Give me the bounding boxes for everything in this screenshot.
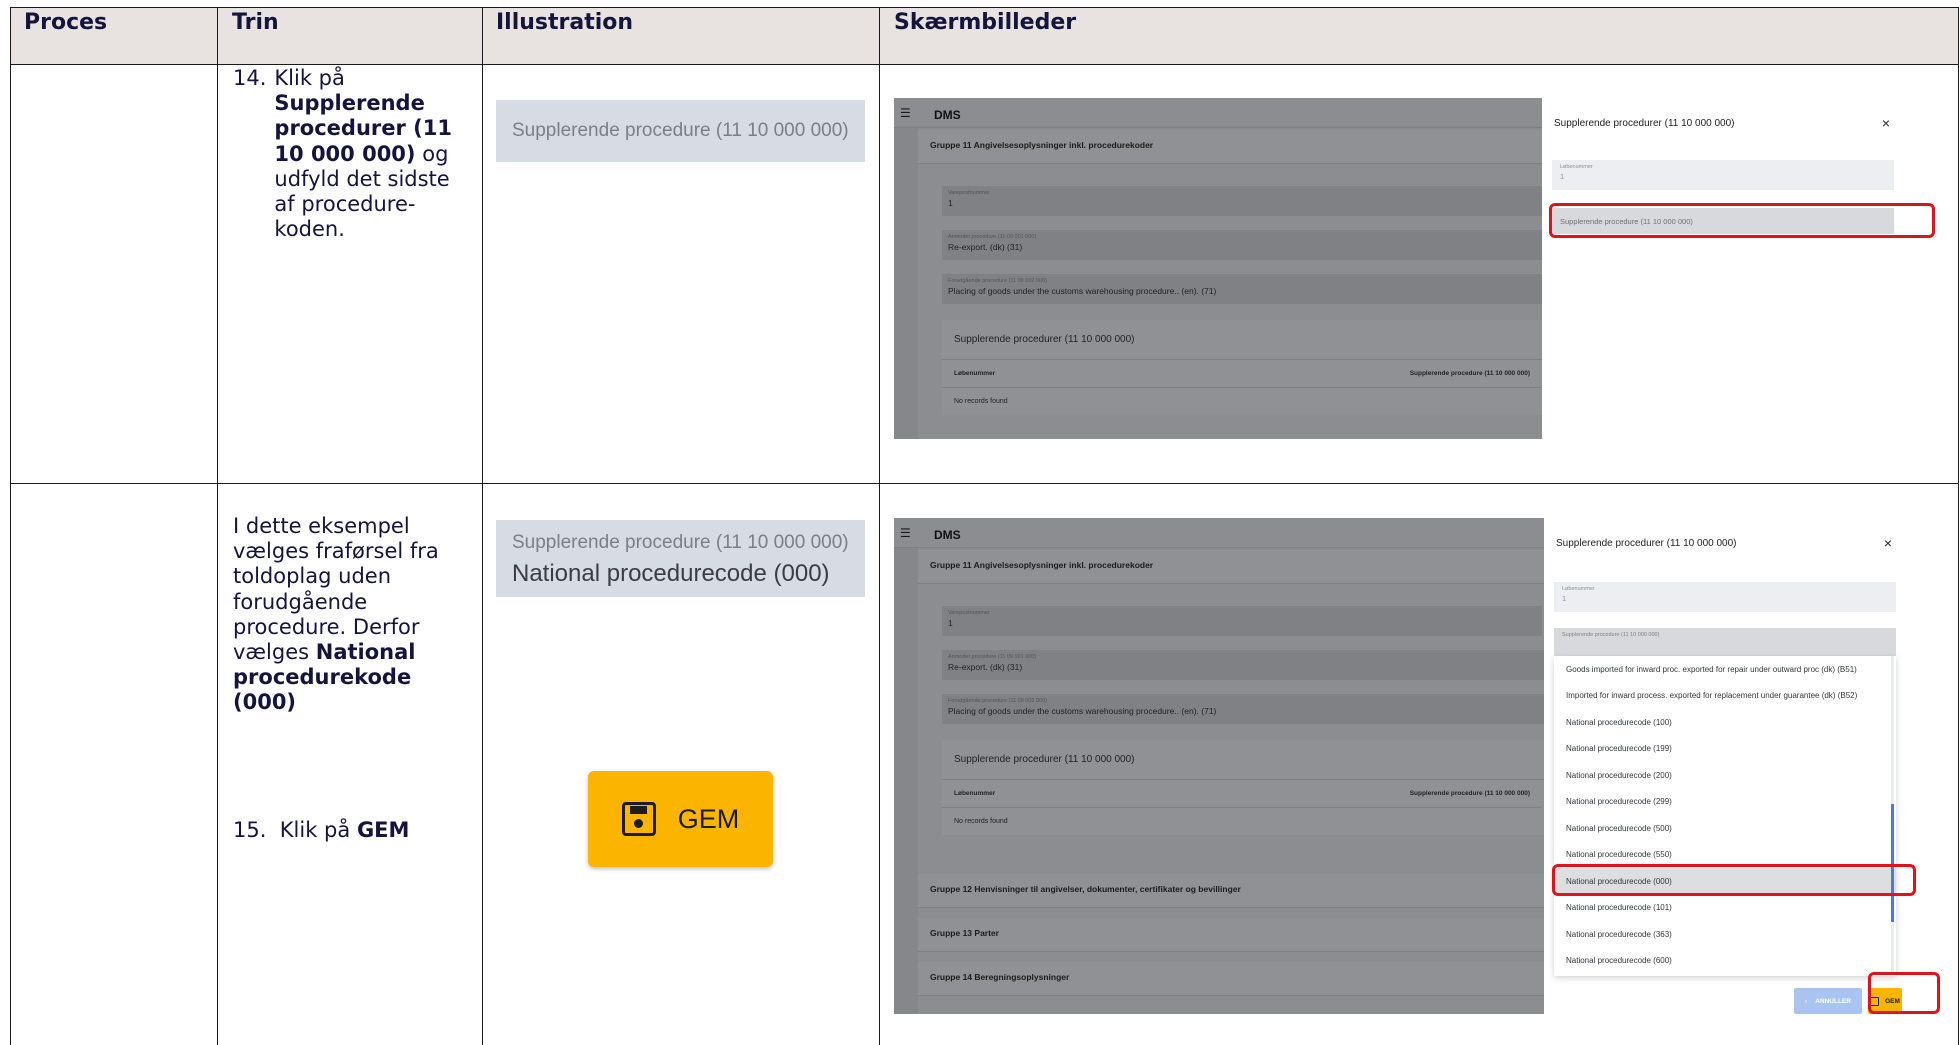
side-panel: Supplerende procedurer (11 10 000 000) ×… xyxy=(1544,518,1906,1014)
header-skaermbilleder: Skærmbilleder xyxy=(894,10,1077,35)
row2-description: I dette eksempel vælges fraførsel fra to… xyxy=(233,514,439,715)
step-14-prefix: Klik på xyxy=(274,66,345,90)
menu-icon[interactable]: ☰ xyxy=(900,106,911,120)
dropdown-option[interactable]: National procedurecode (600) xyxy=(1554,948,1896,975)
app-name: DMS xyxy=(934,108,961,122)
chevron-left-icon: ‹ xyxy=(1805,997,1808,1005)
dropdown-option[interactable]: National procedurecode (100) xyxy=(1554,709,1896,736)
highlight-national-000 xyxy=(1552,864,1916,896)
varepost-field: Varepostnummer 1 xyxy=(942,186,1542,216)
dropdown-option[interactable]: National procedurecode (500) xyxy=(1554,815,1896,842)
step-15-text: 15. Klik på GEM xyxy=(233,818,410,842)
illustration-supplerende-label: Supplerende procedure (11 10 000 000) xyxy=(512,120,849,141)
screenshot-1: ☰ DMS Gruppe 11 Angivelsesoplysninger in… xyxy=(894,98,1904,439)
illustration-supplerende-field: Supplerende procedure (11 10 000 000) xyxy=(496,100,865,162)
step-14-number: 14. xyxy=(233,66,267,90)
illustration-gem-button: GEM xyxy=(588,771,773,867)
side-panel: Supplerende procedurer (11 10 000 000) ×… xyxy=(1542,98,1904,439)
dropdown-option[interactable]: National procedurecode (200) xyxy=(1554,762,1896,789)
panel-loebenummer-field: Løbenummer 1 xyxy=(1552,160,1894,190)
highlight-gem-button xyxy=(1868,972,1940,1014)
highlight-supplerende-select xyxy=(1549,203,1935,238)
save-icon xyxy=(621,802,656,836)
dropdown-option[interactable]: National procedurecode (363) xyxy=(1554,921,1896,948)
header-illustration: Illustration xyxy=(496,10,634,35)
dropdown-option[interactable]: National procedurecode (199) xyxy=(1554,736,1896,763)
dropdown-option[interactable]: National procedurecode (101) xyxy=(1554,895,1896,922)
close-icon[interactable]: × xyxy=(1882,115,1890,131)
dropdown-option[interactable]: National procedurecode (299) xyxy=(1554,789,1896,816)
step-14-text: 14. Klik på Supplerende procedurer (11 1… xyxy=(233,66,473,242)
header-trin: Trin xyxy=(232,10,279,35)
dropdown-option[interactable]: Imported for inward process. exported fo… xyxy=(1554,683,1896,710)
cancel-button[interactable]: ‹ ANNULLER xyxy=(1794,988,1862,1014)
header-proces: Proces xyxy=(24,10,108,35)
app-name: DMS xyxy=(934,528,961,542)
dropdown-scrollbar[interactable] xyxy=(1891,804,1894,922)
panel-supplerende-select-open[interactable]: Supplerende procedure (11 10 000 000) xyxy=(1554,628,1896,656)
dropdown-option[interactable]: Goods imported for inward proc. exported… xyxy=(1554,656,1896,683)
panel-title: Supplerende procedurer (11 10 000 000) xyxy=(1554,118,1735,129)
close-icon[interactable]: × xyxy=(1884,535,1892,551)
procedure-dropdown-list: Goods imported for inward proc. exported… xyxy=(1554,656,1896,976)
screenshot-2: ☰ DMS Gruppe 11 Angivelsesoplysninger in… xyxy=(894,518,1906,1014)
menu-icon[interactable]: ☰ xyxy=(900,526,911,540)
illustration-national-select: Supplerende procedure (11 10 000 000) Na… xyxy=(496,520,865,597)
